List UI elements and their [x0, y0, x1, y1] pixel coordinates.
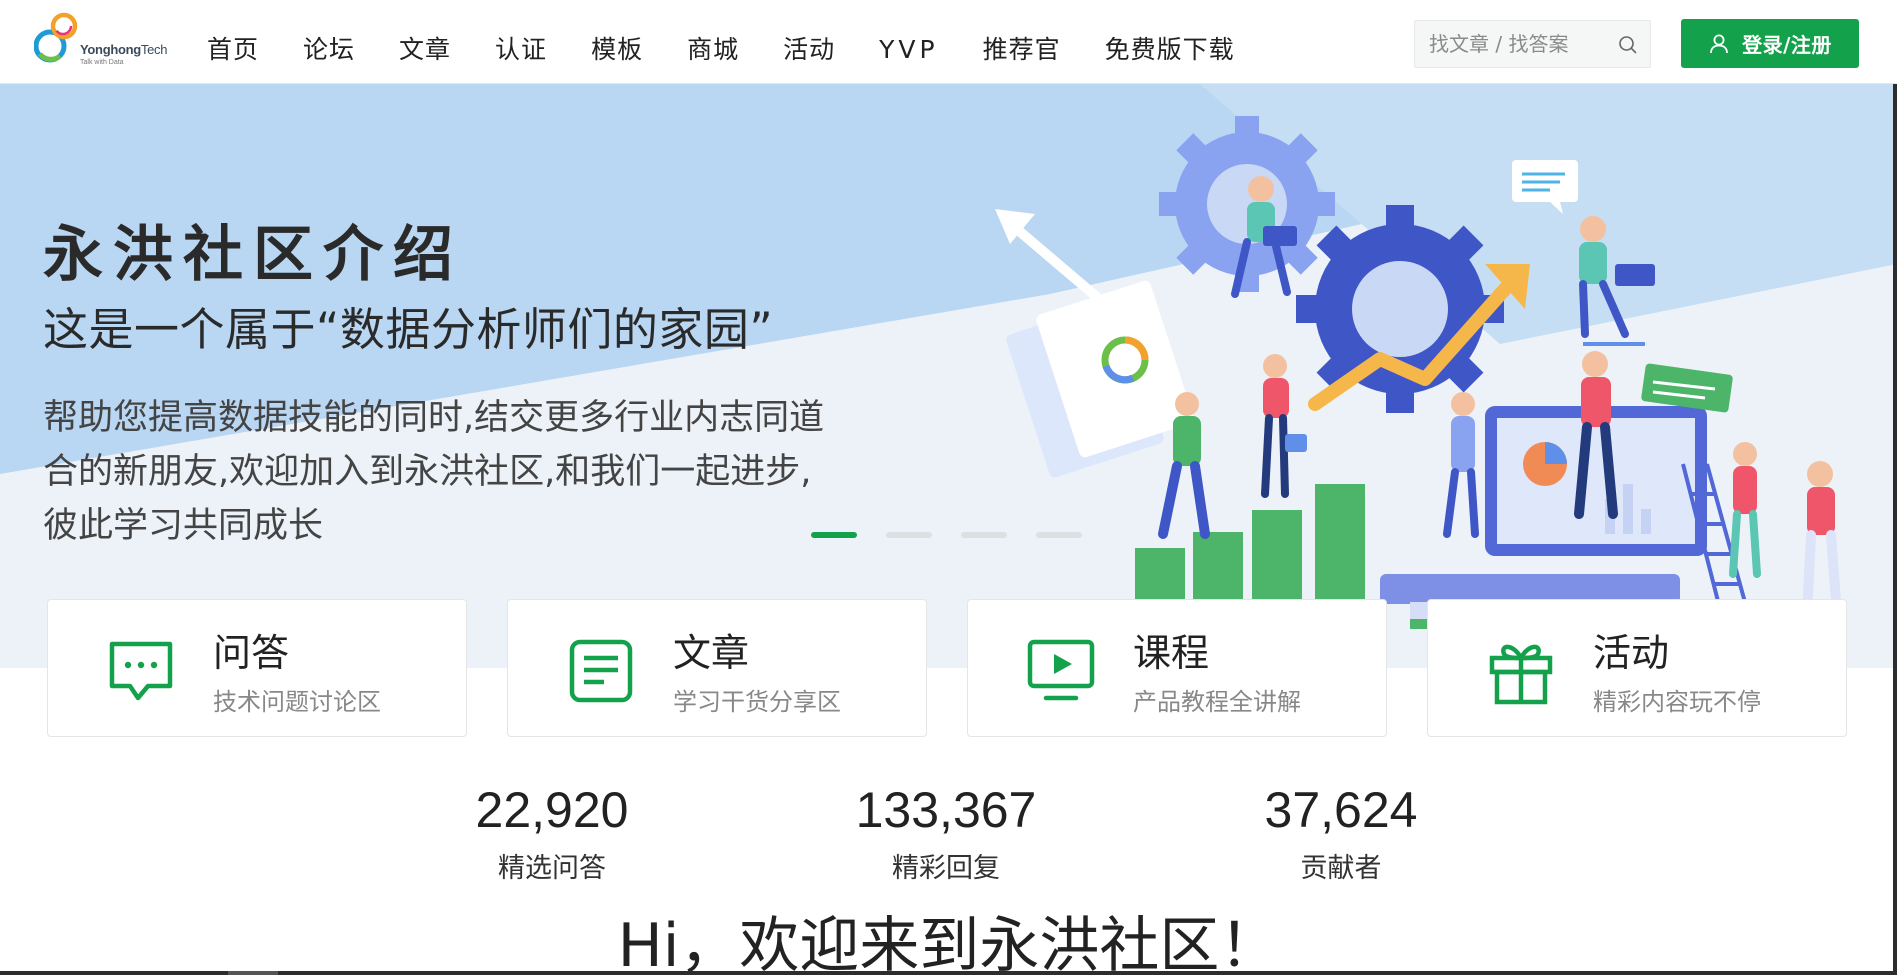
card-events[interactable]: 活动 精彩内容玩不停 [1427, 599, 1847, 737]
login-register-button[interactable]: 登录/注册 [1681, 19, 1859, 68]
chat-bubble-icon [109, 641, 173, 701]
hero-subtitle: 这是一个属于“数据分析师们的家园” [43, 303, 774, 356]
search-input[interactable] [1429, 29, 1614, 59]
stat-label: 精选问答 [498, 853, 606, 884]
card-subtitle: 技术问题讨论区 [213, 688, 381, 716]
carousel-dot[interactable] [811, 532, 857, 538]
nav-templates[interactable]: 模板 [591, 30, 643, 70]
nav-forum[interactable]: 论坛 [303, 30, 355, 70]
user-icon [1710, 34, 1728, 53]
card-title: 文章 [673, 631, 750, 675]
card-subtitle: 产品教程全讲解 [1133, 688, 1301, 716]
nav-certification[interactable]: 认证 [495, 30, 547, 70]
search-icon[interactable] [1616, 33, 1640, 57]
feature-cards: 问答 技术问题讨论区 文章 学习干货分享区 课程 产品教程全讲解 活动 精彩内容… [47, 599, 1850, 737]
nav-recommender[interactable]: 推荐官 [983, 30, 1061, 70]
horizontal-scrollbar[interactable] [0, 971, 1897, 975]
card-subtitle: 精彩内容玩不停 [1593, 688, 1761, 716]
gift-icon [1489, 644, 1553, 705]
stat-label: 精彩回复 [892, 853, 1000, 884]
hero-title: 永洪社区介绍 [43, 220, 463, 290]
logo-brand: YonghongTech [80, 42, 168, 57]
card-qa[interactable]: 问答 技术问题讨论区 [47, 599, 467, 737]
card-title: 课程 [1133, 631, 1210, 675]
logo[interactable]: YonghongTech Talk with Data [34, 12, 169, 72]
video-play-icon [1027, 639, 1095, 701]
nav-store[interactable]: 商城 [687, 30, 739, 70]
hero-description: 帮助您提高数据技能的同时,结交更多行业内志同道 合的新朋友,欢迎加入到永洪社区,… [43, 391, 863, 553]
hero-banner: 永洪社区介绍 这是一个属于“数据分析师们的家园” 帮助您提高数据技能的同时,结交… [0, 84, 1897, 668]
nav-articles[interactable]: 文章 [399, 30, 451, 70]
stat-value: 37,624 [1264, 782, 1418, 838]
hero-illustration [995, 116, 1842, 668]
main-nav: 首页 论坛 文章 认证 模板 商城 活动 YVP 推荐官 免费版下载 [207, 30, 1279, 70]
page-edge [1893, 84, 1897, 975]
login-register-label: 登录/注册 [1742, 33, 1832, 57]
card-articles[interactable]: 文章 学习干货分享区 [507, 599, 927, 737]
welcome-section: Hi，欢迎来到永洪社区！ [0, 906, 1897, 975]
nav-yvp[interactable]: YVP [879, 30, 938, 70]
card-title: 问答 [213, 631, 290, 675]
nav-free-download[interactable]: 免费版下载 [1105, 30, 1235, 70]
stat-contributors: 37,624 贡献者 [1191, 782, 1491, 885]
nav-home[interactable]: 首页 [207, 30, 259, 70]
logo-tagline: Talk with Data [80, 59, 124, 66]
stat-value: 22,920 [475, 782, 629, 838]
welcome-heading: Hi，欢迎来到永洪社区！ [607, 906, 1290, 975]
carousel-dot[interactable] [886, 532, 932, 538]
hero-description-line: 合的新朋友,欢迎加入到永洪社区,和我们一起进步, [43, 452, 812, 492]
search-box [1414, 20, 1651, 68]
stat-label: 贡献者 [1300, 853, 1382, 884]
card-subtitle: 学习干货分享区 [673, 688, 841, 716]
nav-events[interactable]: 活动 [783, 30, 835, 70]
hero-description-line: 彼此学习共同成长 [43, 506, 324, 546]
card-courses[interactable]: 课程 产品教程全讲解 [967, 599, 1387, 737]
stat-value: 133,367 [855, 782, 1037, 838]
article-icon [569, 639, 633, 703]
hero-description-line: 帮助您提高数据技能的同时,结交更多行业内志同道 [43, 398, 825, 438]
site-header: YonghongTech Talk with Data 首页 论坛 文章 认证 … [0, 0, 1897, 84]
card-title: 活动 [1593, 631, 1670, 675]
stat-qa: 22,920 精选问答 [402, 782, 702, 885]
stat-replies: 133,367 精彩回复 [796, 782, 1096, 885]
